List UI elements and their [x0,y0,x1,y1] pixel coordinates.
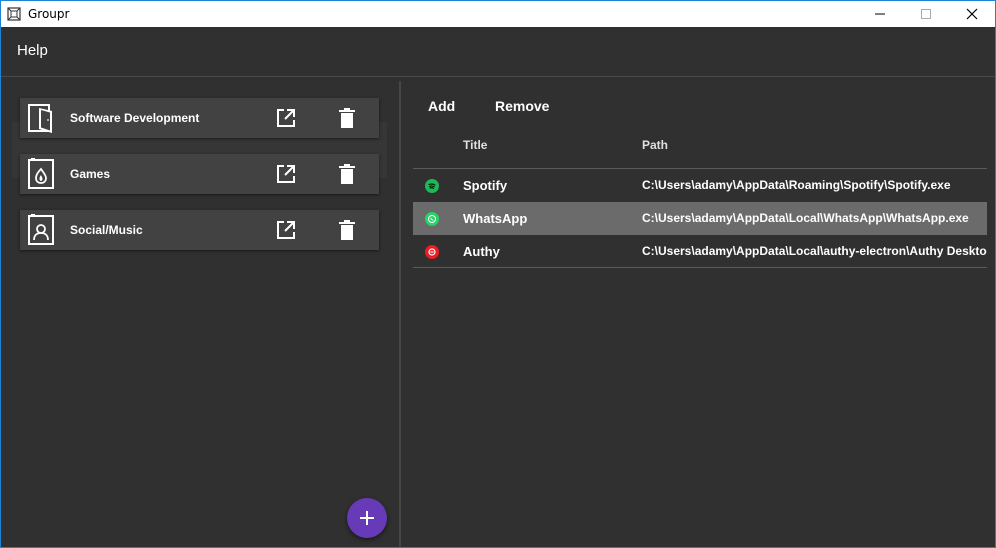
open-external-icon [277,221,295,239]
group-label: Games [70,167,111,181]
app-title: WhatsApp [463,211,528,226]
table-row[interactable]: Authy C:\Users\adamy\AppData\Local\authy… [413,235,987,268]
app-title: Spotify [463,178,508,193]
open-external-button[interactable] [274,162,298,186]
group-card-games[interactable]: Games [20,154,379,194]
maximize-icon [921,9,931,19]
help-menu[interactable]: Help [17,42,48,59]
plus-icon [360,511,374,525]
flame-card-icon [25,158,57,190]
open-external-button[interactable] [274,218,298,242]
spotify-icon [425,179,439,193]
app-logo-icon [6,6,22,22]
delete-button[interactable] [335,162,359,186]
close-icon [966,8,978,20]
group-label: Software Development [70,111,200,125]
group-card-software-development[interactable]: Software Development [20,98,379,138]
delete-button[interactable] [335,218,359,242]
person-card-icon [25,214,57,246]
close-button[interactable] [949,1,995,27]
app-path: C:\Users\adamy\AppData\Local\WhatsApp\Wh… [642,211,969,225]
group-card-social-music[interactable]: Social/Music [20,210,379,250]
window-title: Groupr [28,7,70,21]
trash-icon [339,220,355,240]
authy-icon [425,245,439,259]
open-external-icon [277,165,295,183]
app-title: Authy [463,244,500,259]
panel-divider [399,81,401,547]
title-bar[interactable]: Groupr [1,1,995,27]
table-header: Title Path [413,129,987,169]
delete-button[interactable] [335,106,359,130]
minimize-icon [875,13,885,15]
remove-app-button[interactable]: Remove [495,98,549,114]
column-header-path[interactable]: Path [642,138,668,152]
table-row[interactable]: WhatsApp C:\Users\adamy\AppData\Local\Wh… [413,202,987,235]
column-header-title[interactable]: Title [463,138,487,152]
open-door-icon [25,102,57,134]
app-path: C:\Users\adamy\AppData\Local\authy-elect… [642,244,987,258]
add-group-button[interactable] [347,498,387,538]
open-external-icon [277,109,295,127]
minimize-button[interactable] [857,1,903,27]
trash-icon [339,108,355,128]
trash-icon [339,164,355,184]
table-row[interactable]: Spotify C:\Users\adamy\AppData\Roaming\S… [413,169,987,202]
add-app-button[interactable]: Add [428,98,455,114]
whatsapp-icon [425,212,439,226]
maximize-button[interactable] [903,1,949,27]
app-window: Groupr Help Software Development Games S… [0,0,996,548]
menu-bar: Help [1,27,995,77]
app-path: C:\Users\adamy\AppData\Roaming\Spotify\S… [642,178,951,192]
group-label: Social/Music [70,223,143,237]
open-external-button[interactable] [274,106,298,130]
apps-table: Title Path Spotify C:\Users\adamy\AppDat… [413,129,987,268]
